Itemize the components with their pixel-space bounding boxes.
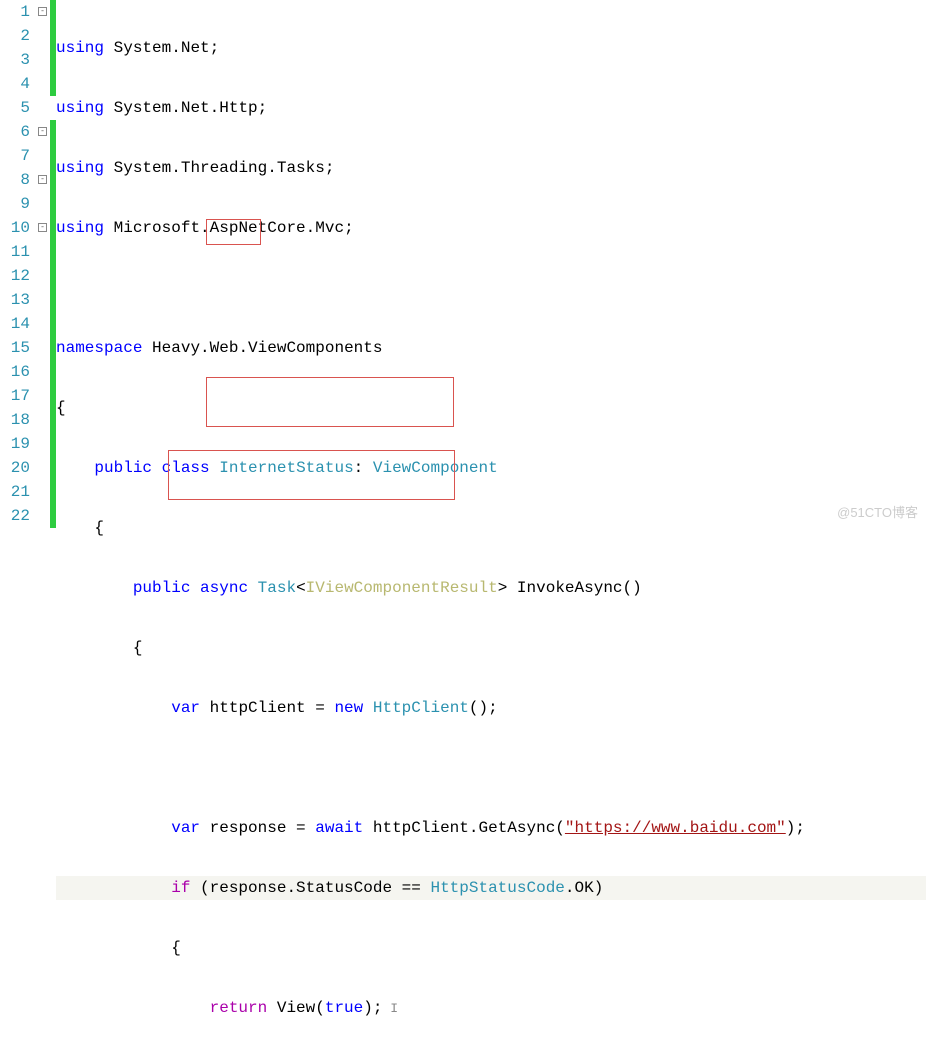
keyword: true: [325, 999, 363, 1017]
keyword: var: [171, 819, 200, 837]
keyword: var: [171, 699, 200, 717]
code-line: public class InternetStatus: ViewCompone…: [56, 456, 926, 480]
line-number: 11: [0, 240, 30, 264]
brace: {: [94, 519, 104, 537]
keyword: return: [210, 999, 268, 1017]
line-number: 17: [0, 384, 30, 408]
type-name: Task: [258, 579, 296, 597]
line-number: 21: [0, 480, 30, 504]
code-line: var response = await httpClient.GetAsync…: [56, 816, 926, 840]
code-line: return View(true); I: [56, 996, 926, 1020]
line-number: 2: [0, 24, 30, 48]
fold-toggle-icon[interactable]: -: [38, 127, 47, 136]
keyword: public: [94, 459, 152, 477]
method-signature: InvokeAsync(): [507, 579, 641, 597]
code-line: {: [56, 396, 926, 420]
namespace-text: System.Threading.Tasks;: [114, 159, 335, 177]
line-number: 5: [0, 96, 30, 120]
keyword: namespace: [56, 339, 142, 357]
base-class: ViewComponent: [373, 459, 498, 477]
keyword: async: [200, 579, 248, 597]
line-number: 15: [0, 336, 30, 360]
brace: {: [171, 939, 181, 957]
colon: :: [354, 459, 373, 477]
line-number: 13: [0, 288, 30, 312]
watermark: @51CTO博客: [837, 502, 918, 521]
keyword: new: [334, 699, 363, 717]
code-line: [56, 276, 926, 300]
line-number: 19: [0, 432, 30, 456]
code-editor[interactable]: 1 2 3 4 5 6 7 8 9 10 11 12 13 14 15 16 1…: [0, 0, 926, 527]
line-number: 9: [0, 192, 30, 216]
fold-toggle-icon[interactable]: -: [38, 175, 47, 184]
code-line: using System.Threading.Tasks;: [56, 156, 926, 180]
text-caret-icon: I: [382, 1001, 398, 1016]
line-number: 14: [0, 312, 30, 336]
line-number-gutter: 1 2 3 4 5 6 7 8 9 10 11 12 13 14 15 16 1…: [0, 0, 36, 527]
line-number: 6: [0, 120, 30, 144]
code-line: var httpClient = new HttpClient();: [56, 696, 926, 720]
class-name: InternetStatus: [219, 459, 353, 477]
line-number: 20: [0, 456, 30, 480]
fold-column: - - - -: [36, 0, 50, 527]
code-line: if (response.StatusCode == HttpStatusCod…: [56, 876, 926, 900]
namespace-text: System.Net.Http;: [114, 99, 268, 117]
keyword: await: [315, 819, 363, 837]
keyword: using: [56, 39, 104, 57]
string-literal: "https://www.baidu.com": [565, 819, 786, 837]
code-line: namespace Heavy.Web.ViewComponents: [56, 336, 926, 360]
code-line: using System.Net.Http;: [56, 96, 926, 120]
line-number: 3: [0, 48, 30, 72]
fold-toggle-icon[interactable]: -: [38, 223, 47, 232]
line-number: 12: [0, 264, 30, 288]
keyword: if: [171, 879, 190, 897]
code-line: using System.Net;: [56, 36, 926, 60]
code-line: {: [56, 516, 926, 540]
code-line: [56, 756, 926, 780]
keyword: using: [56, 219, 104, 237]
line-number: 1: [0, 0, 30, 24]
namespace-text: Microsoft.AspNetCore.Mvc;: [114, 219, 354, 237]
type-name: HttpStatusCode: [430, 879, 564, 897]
namespace-name: Heavy.Web.ViewComponents: [152, 339, 382, 357]
keyword: using: [56, 99, 104, 117]
interface-name: IViewComponentResult: [306, 579, 498, 597]
keyword: class: [162, 459, 210, 477]
fold-toggle-icon[interactable]: -: [38, 7, 47, 16]
keyword: using: [56, 159, 104, 177]
line-number: 22: [0, 504, 30, 528]
brace: {: [56, 399, 66, 417]
code-line: {: [56, 636, 926, 660]
code-line: public async Task<IViewComponentResult> …: [56, 576, 926, 600]
brace: {: [133, 639, 143, 657]
line-number: 4: [0, 72, 30, 96]
line-number: 16: [0, 360, 30, 384]
namespace-text: System.Net;: [114, 39, 220, 57]
code-line: using Microsoft.AspNetCore.Mvc;: [56, 216, 926, 240]
line-number: 18: [0, 408, 30, 432]
type-name: HttpClient: [373, 699, 469, 717]
keyword: public: [133, 579, 191, 597]
line-number: 8: [0, 168, 30, 192]
line-number: 10: [0, 216, 30, 240]
code-area[interactable]: using System.Net; using System.Net.Http;…: [56, 0, 926, 527]
code-line: {: [56, 936, 926, 960]
line-number: 7: [0, 144, 30, 168]
